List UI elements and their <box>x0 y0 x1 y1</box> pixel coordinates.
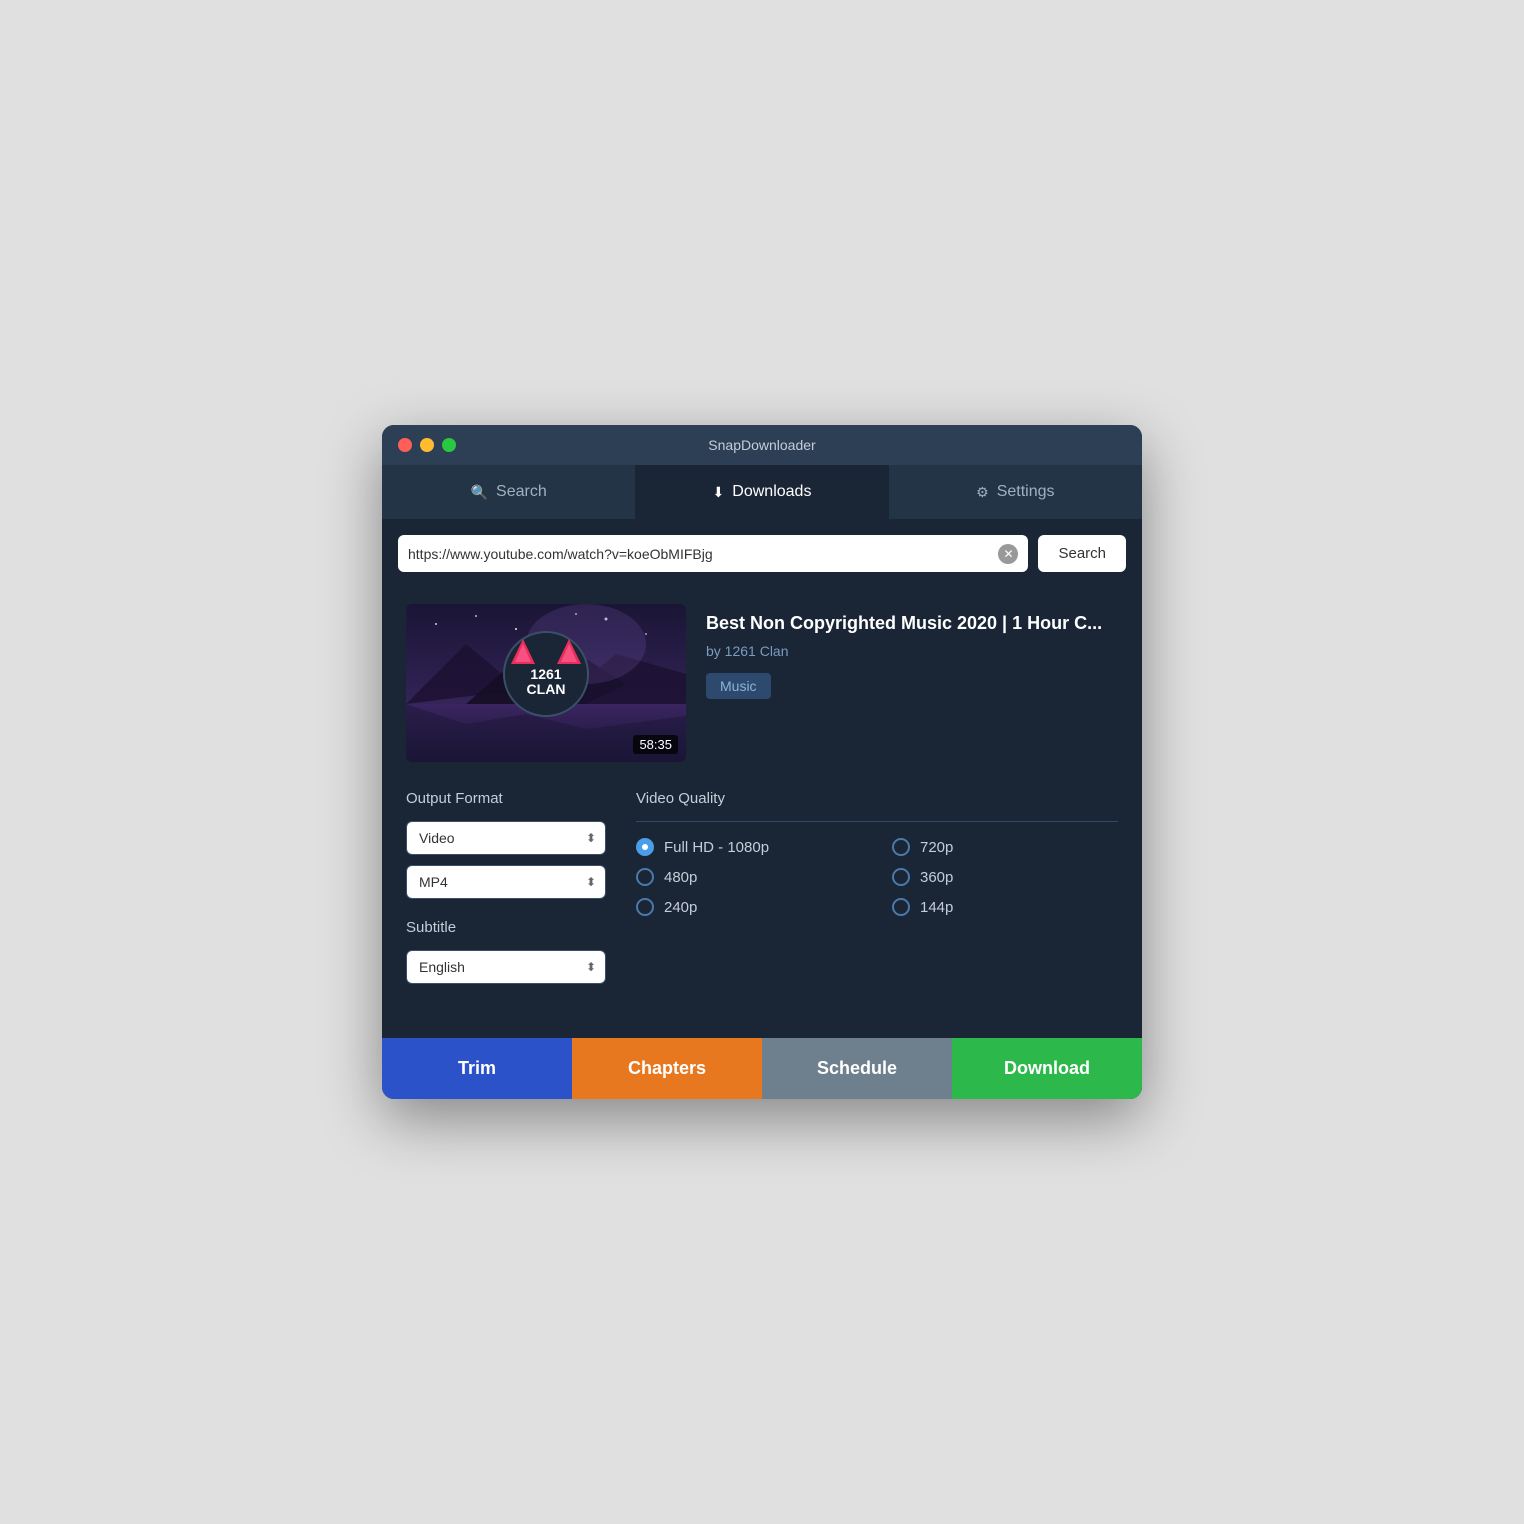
close-button[interactable] <box>398 438 412 452</box>
video-info: 1261 CLAN 58:35 Best Non Copyrighted Mus… <box>406 604 1118 762</box>
radio-360p <box>892 868 910 886</box>
download-button[interactable]: Download <box>952 1038 1142 1099</box>
left-panel: Output Format Video Audio MP3 ⬍ MP4 MKV … <box>406 790 606 994</box>
main-content: 1261 CLAN 58:35 Best Non Copyrighted Mus… <box>382 588 1142 1018</box>
subtitle-label: Subtitle <box>406 919 606 936</box>
maximize-button[interactable] <box>442 438 456 452</box>
radio-720p <box>892 838 910 856</box>
quality-label-1080p: Full HD - 1080p <box>664 839 769 856</box>
tab-downloads-label: Downloads <box>732 483 811 501</box>
search-bar-section: ✕ Search <box>382 519 1142 588</box>
svg-text:1261: 1261 <box>530 666 561 682</box>
bottom-bar: Trim Chapters Schedule Download <box>382 1038 1142 1099</box>
radio-480p <box>636 868 654 886</box>
output-type-select[interactable]: Video Audio MP3 <box>406 821 606 855</box>
radio-240p <box>636 898 654 916</box>
quality-option-1080p[interactable]: Full HD - 1080p <box>636 838 862 856</box>
video-metadata: Best Non Copyrighted Music 2020 | 1 Hour… <box>706 604 1118 762</box>
right-panel: Video Quality Full HD - 1080p 720p 480p <box>636 790 1118 994</box>
tab-search[interactable]: 🔍 Search <box>382 465 635 519</box>
output-format-select[interactable]: MP4 MKV AVI MOV <box>406 865 606 899</box>
output-format-label: Output Format <box>406 790 606 807</box>
quality-label-720p: 720p <box>920 839 953 856</box>
chapters-button[interactable]: Chapters <box>572 1038 762 1099</box>
app-title: SnapDownloader <box>708 437 815 453</box>
tab-bar: 🔍 Search ⬇ Downloads ⚙ Settings <box>382 465 1142 519</box>
tab-settings[interactable]: ⚙ Settings <box>889 465 1142 519</box>
title-bar: SnapDownloader <box>382 425 1142 465</box>
quality-option-144p[interactable]: 144p <box>892 898 1118 916</box>
tab-settings-label: Settings <box>997 483 1055 501</box>
quality-option-720p[interactable]: 720p <box>892 838 1118 856</box>
quality-label-240p: 240p <box>664 899 697 916</box>
radio-1080p <box>636 838 654 856</box>
video-tag: Music <box>706 673 771 699</box>
tab-downloads[interactable]: ⬇ Downloads <box>635 465 888 519</box>
url-input[interactable] <box>408 536 998 572</box>
quality-grid: Full HD - 1080p 720p 480p 360p <box>636 838 1118 916</box>
video-duration: 58:35 <box>633 735 678 754</box>
quality-label-144p: 144p <box>920 899 953 916</box>
minimize-button[interactable] <box>420 438 434 452</box>
subtitle-select[interactable]: English None Spanish French <box>406 950 606 984</box>
downloads-tab-icon: ⬇ <box>713 484 725 501</box>
quality-option-240p[interactable]: 240p <box>636 898 862 916</box>
tab-search-label: Search <box>496 483 547 501</box>
svg-text:CLAN: CLAN <box>527 681 566 697</box>
video-title: Best Non Copyrighted Music 2020 | 1 Hour… <box>706 612 1118 635</box>
channel-logo: 1261 CLAN <box>501 629 591 719</box>
video-channel: by 1261 Clan <box>706 643 1118 659</box>
quality-label-360p: 360p <box>920 869 953 886</box>
quality-option-480p[interactable]: 480p <box>636 868 862 886</box>
url-input-wrapper: ✕ <box>398 535 1028 572</box>
window-controls <box>398 438 456 452</box>
quality-option-360p[interactable]: 360p <box>892 868 1118 886</box>
format-select-wrapper: MP4 MKV AVI MOV ⬍ <box>406 865 606 899</box>
options-row: Output Format Video Audio MP3 ⬍ MP4 MKV … <box>406 790 1118 994</box>
radio-144p <box>892 898 910 916</box>
video-thumbnail: 1261 CLAN 58:35 <box>406 604 686 762</box>
search-tab-icon: 🔍 <box>471 484 488 501</box>
schedule-button[interactable]: Schedule <box>762 1038 952 1099</box>
trim-button[interactable]: Trim <box>382 1038 572 1099</box>
video-quality-label: Video Quality <box>636 790 1118 807</box>
clear-url-button[interactable]: ✕ <box>998 544 1018 564</box>
subtitle-section: Subtitle English None Spanish French ⬍ <box>406 919 606 984</box>
type-select-wrapper: Video Audio MP3 ⬍ <box>406 821 606 855</box>
app-window: SnapDownloader 🔍 Search ⬇ Downloads ⚙ Se… <box>382 425 1142 1099</box>
subtitle-select-wrapper: English None Spanish French ⬍ <box>406 950 606 984</box>
search-button[interactable]: Search <box>1038 535 1126 572</box>
settings-tab-icon: ⚙ <box>976 484 989 501</box>
quality-divider <box>636 821 1118 822</box>
quality-label-480p: 480p <box>664 869 697 886</box>
